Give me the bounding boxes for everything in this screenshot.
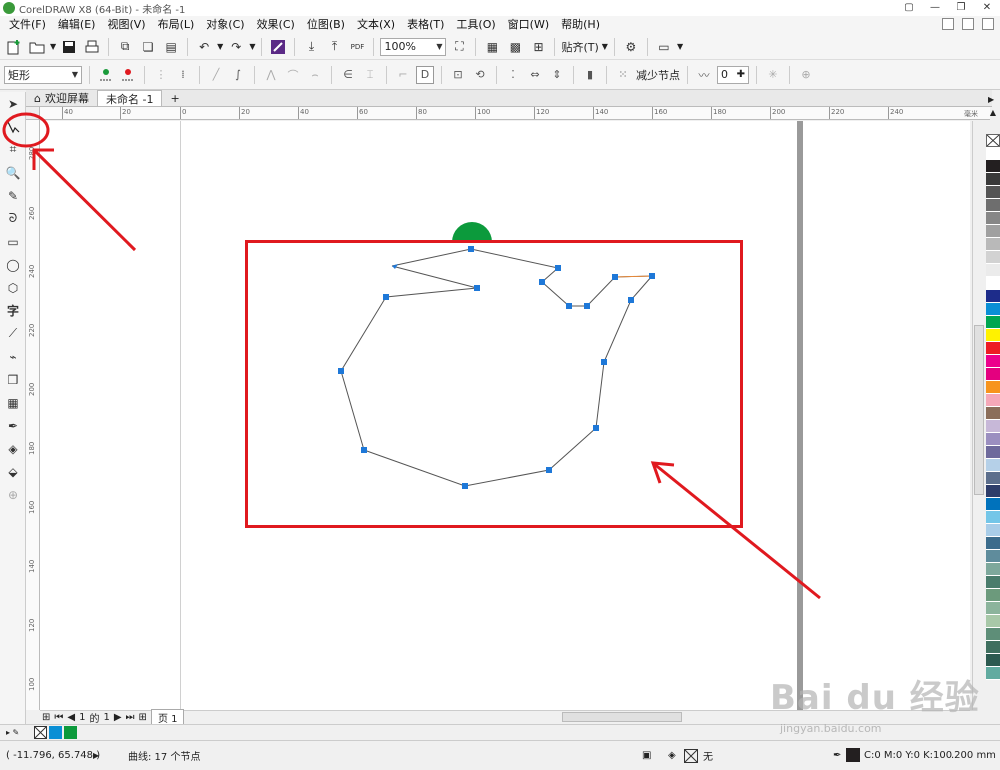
palette-swatch[interactable] bbox=[986, 537, 1000, 550]
palette-swatch[interactable] bbox=[986, 394, 1000, 407]
palette-swatch[interactable] bbox=[986, 550, 1000, 563]
outline-color-swatch bbox=[846, 748, 860, 762]
fill-bucket-icon[interactable]: ◈ bbox=[668, 750, 676, 761]
palette-swatch[interactable] bbox=[986, 212, 1000, 225]
palette-swatch[interactable] bbox=[986, 368, 1000, 381]
palette-swatch[interactable] bbox=[986, 329, 1000, 342]
palette-swatch[interactable] bbox=[986, 615, 1000, 628]
add-page-icon[interactable]: ⊞ bbox=[139, 712, 147, 723]
page-total: 1 bbox=[103, 712, 110, 723]
palette-swatch[interactable] bbox=[986, 342, 1000, 355]
outline-pen-icon[interactable]: ✒ bbox=[833, 750, 841, 761]
palette-swatch[interactable] bbox=[986, 589, 1000, 602]
color-palette bbox=[986, 147, 1000, 767]
palette-swatch[interactable] bbox=[986, 147, 1000, 160]
annotation-highlight-box bbox=[245, 240, 743, 528]
palette-swatch[interactable] bbox=[986, 641, 1000, 654]
status-bar: ( -11.796, 65.748 ) ▶ 曲线: 17 个节点 ▣ ◈ 无 ✒… bbox=[0, 740, 1000, 770]
palette-swatch[interactable] bbox=[986, 264, 1000, 277]
palette-swatch[interactable] bbox=[986, 459, 1000, 472]
palette-swatch[interactable] bbox=[986, 316, 1000, 329]
palette-swatch[interactable] bbox=[986, 524, 1000, 537]
palette-swatch[interactable] bbox=[986, 511, 1000, 524]
outline-color-info: C:0 M:0 Y:0 K:100 bbox=[864, 750, 953, 761]
palette-swatch[interactable] bbox=[986, 290, 1000, 303]
back-page-icon[interactable]: ◀ bbox=[67, 712, 75, 723]
fill-info: 无 bbox=[703, 752, 713, 763]
cursor-coordinates: ( -11.796, 65.748 ) bbox=[6, 750, 101, 761]
no-color-swatch[interactable] bbox=[34, 726, 47, 739]
first-page-icon[interactable]: ⊞ bbox=[42, 712, 50, 723]
no-color-swatch[interactable] bbox=[986, 134, 1000, 147]
palette-swatch[interactable] bbox=[986, 173, 1000, 186]
blue-swatch[interactable] bbox=[49, 726, 62, 739]
coreldraw-window: CorelDRAW X8 (64-Bit) - 未命名 -1 ▢ — ❐ ✕ 文… bbox=[0, 0, 1000, 770]
fill-none-swatch bbox=[684, 749, 698, 763]
palette-swatch[interactable] bbox=[986, 576, 1000, 589]
palette-swatch[interactable] bbox=[986, 381, 1000, 394]
palette-swatch[interactable] bbox=[986, 420, 1000, 433]
green-semicircle-shape[interactable] bbox=[452, 222, 492, 242]
palette-swatch[interactable] bbox=[986, 199, 1000, 212]
palette-swatch[interactable] bbox=[986, 602, 1000, 615]
horizontal-scroll-thumb[interactable] bbox=[562, 712, 682, 722]
palette-swatch[interactable] bbox=[986, 303, 1000, 316]
palette-swatch[interactable] bbox=[986, 355, 1000, 368]
palette-scroll-up-icon[interactable]: ▲ bbox=[986, 108, 1000, 117]
chevron-right-icon[interactable]: ▶ bbox=[93, 751, 99, 760]
palette-swatch[interactable] bbox=[986, 667, 1000, 680]
last-page-icon[interactable]: ⏭ bbox=[126, 712, 135, 723]
page-of: 的 bbox=[89, 714, 100, 725]
palette-swatch[interactable] bbox=[986, 251, 1000, 264]
prev-page-icon[interactable]: ⏮ bbox=[54, 712, 63, 723]
vertical-scroll-thumb[interactable] bbox=[974, 325, 984, 495]
document-palette-menu-icon[interactable]: ▸ ✎ bbox=[6, 728, 19, 737]
baidu-watermark-logo: Bai du 经验 bbox=[770, 678, 980, 718]
next-page-icon[interactable]: ▶ bbox=[114, 712, 122, 723]
page-current: 1 bbox=[79, 712, 86, 723]
green-swatch[interactable] bbox=[64, 726, 77, 739]
palette-swatch[interactable] bbox=[986, 654, 1000, 667]
palette-swatch[interactable] bbox=[986, 238, 1000, 251]
palette-swatch[interactable] bbox=[986, 563, 1000, 576]
outline-width-info: .200 mm bbox=[951, 750, 996, 761]
annotation-circle bbox=[2, 112, 50, 148]
color-proof-icon[interactable]: ▣ bbox=[642, 750, 651, 761]
object-info: 曲线: 17 个节点 bbox=[128, 752, 201, 763]
palette-swatch[interactable] bbox=[986, 433, 1000, 446]
palette-swatch[interactable] bbox=[986, 160, 1000, 173]
palette-swatch[interactable] bbox=[986, 225, 1000, 238]
palette-swatch[interactable] bbox=[986, 277, 1000, 290]
palette-swatch[interactable] bbox=[986, 472, 1000, 485]
baidu-watermark-url: jingyan.baidu.com bbox=[780, 722, 882, 735]
palette-swatch[interactable] bbox=[986, 407, 1000, 420]
palette-swatch[interactable] bbox=[986, 628, 1000, 641]
palette-swatch[interactable] bbox=[986, 498, 1000, 511]
palette-swatch[interactable] bbox=[986, 186, 1000, 199]
palette-swatch[interactable] bbox=[986, 485, 1000, 498]
palette-swatch[interactable] bbox=[986, 446, 1000, 459]
